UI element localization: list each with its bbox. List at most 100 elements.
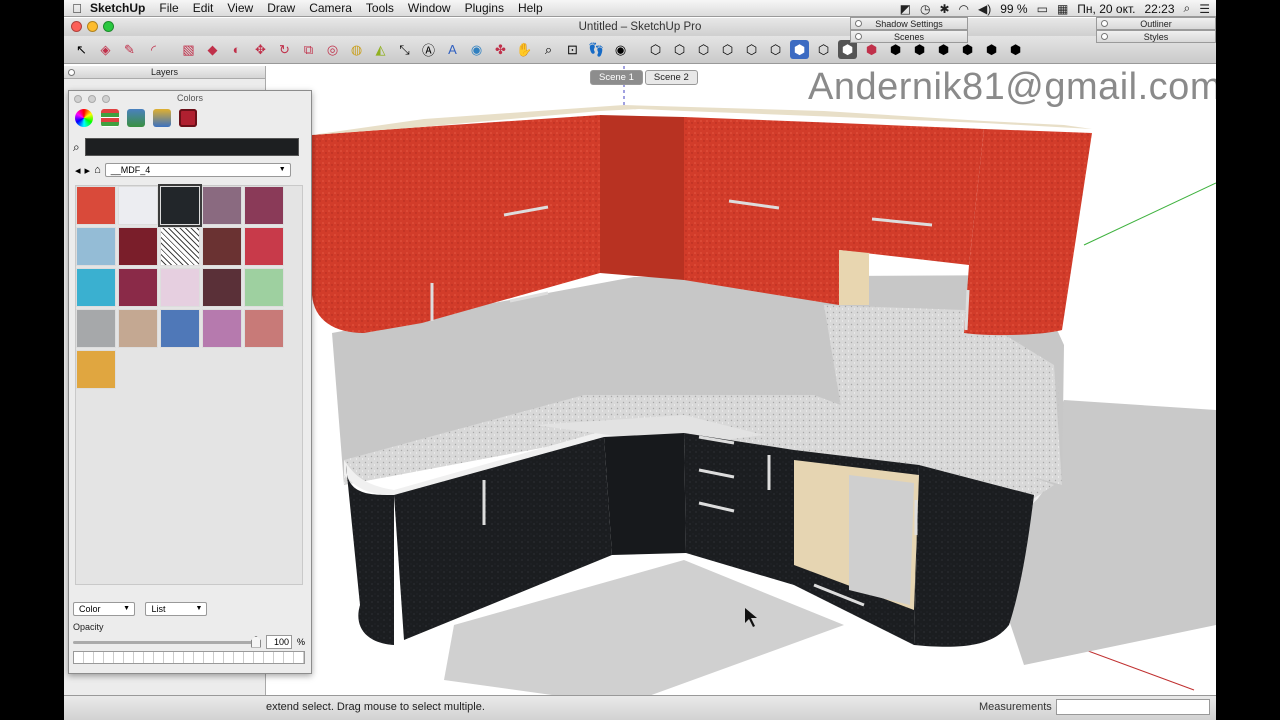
tray-toggle-icon[interactable] [1101,20,1108,27]
material-swatch[interactable] [118,309,158,348]
colors-panel-header[interactable]: Colors [69,91,311,106]
material-swatch[interactable] [76,186,116,225]
material-swatch[interactable] [202,227,242,266]
tab-scene-2[interactable]: Scene 2 [644,70,698,85]
battery-icon[interactable]: ▭ [1037,2,1048,16]
zoom-panel-button[interactable] [102,95,110,103]
close-panel-button[interactable] [74,95,82,103]
apple-icon[interactable]:  [64,1,90,16]
move-tool-icon[interactable]: ✥ [251,40,270,59]
material-swatch[interactable] [118,227,158,266]
menu-date[interactable]: Пн, 20 окт. [1077,2,1135,16]
material-swatch[interactable] [160,268,200,307]
color-wheel-icon[interactable] [75,109,93,127]
layers-panel-header[interactable]: Layers [64,66,265,79]
scale-tool-icon[interactable]: ⧉ [299,40,318,59]
back-view-icon[interactable]: ⬡ [742,40,761,59]
material-swatch[interactable] [160,309,200,348]
menu-time[interactable]: 22:23 [1144,2,1174,16]
back-arrow-icon[interactable]: ◂ [75,164,81,177]
follow-me-tool-icon[interactable]: ◐ [227,40,246,59]
protractor-tool-icon[interactable]: ◭ [371,40,390,59]
material-swatch[interactable] [76,309,116,348]
tray-toggle-icon[interactable] [68,69,75,76]
opacity-slider[interactable] [73,635,261,648]
scenes-tray[interactable]: Scenes [850,30,968,43]
menu-edit[interactable]: Edit [193,1,214,15]
menu-tools[interactable]: Tools [366,1,394,15]
material-swatch[interactable] [202,309,242,348]
material-swatch[interactable] [244,268,284,307]
forward-arrow-icon[interactable]: ▸ [85,164,91,177]
material-swatch[interactable] [244,227,284,266]
select-tool-icon[interactable]: ↖ [72,40,91,59]
outliner-tray[interactable]: Outliner [1096,17,1216,30]
material-swatch[interactable] [158,184,202,227]
rectangle-tool-icon[interactable]: ▧ [179,40,198,59]
group-icon[interactable]: ⬢ [1006,40,1025,59]
menu-window[interactable]: Window [408,1,451,15]
wifi-icon[interactable]: ◠ [959,2,969,16]
paint-bucket-tool-icon[interactable]: ◉ [467,40,486,59]
time-machine-icon[interactable]: ◷ [920,2,930,16]
battery-percent[interactable]: 99 % [1000,2,1027,16]
opacity-slider-thumb[interactable] [251,635,261,648]
dropbox-icon[interactable]: ◩ [900,2,911,16]
look-around-tool-icon[interactable]: ◉ [611,40,630,59]
close-window-button[interactable] [71,21,82,32]
tray-toggle-icon[interactable] [855,20,862,27]
tape-measure-tool-icon[interactable]: ◍ [347,40,366,59]
material-collection-select[interactable]: __MDF_4 ▼ [104,163,291,177]
zoom-extents-tool-icon[interactable]: ⊡ [563,40,582,59]
volume-icon[interactable]: ◀) [978,2,991,16]
wireframe-style-icon[interactable]: ⬡ [814,40,833,59]
minimize-window-button[interactable] [87,21,98,32]
zoom-window-button[interactable] [103,21,114,32]
left-view-icon[interactable]: ⬡ [766,40,785,59]
menu-app-name[interactable]: SketchUp [90,1,145,15]
material-swatch[interactable] [118,268,158,307]
front-view-icon[interactable]: ⬡ [694,40,713,59]
material-swatch[interactable] [202,186,242,225]
color-preview-bar[interactable] [73,651,305,664]
material-preview-field[interactable] [84,138,299,156]
material-swatch[interactable] [118,186,158,225]
materials-icon[interactable] [179,109,197,127]
orbit-tool-icon[interactable]: ✤ [491,40,510,59]
shadow-settings-tray[interactable]: Shadow Settings [850,17,968,30]
material-swatch[interactable] [76,227,116,266]
right-view-icon[interactable]: ⬡ [718,40,737,59]
line-tool-icon[interactable]: ✎ [120,40,139,59]
menu-draw[interactable]: Draw [267,1,295,15]
notification-icon[interactable]: ☰ [1199,2,1210,16]
tab-scene-1[interactable]: Scene 1 [590,70,643,85]
flag-icon[interactable]: ▦ [1057,2,1068,16]
opacity-input[interactable]: 100 [266,635,292,649]
xray-style-icon[interactable]: ⬢ [790,40,809,59]
menu-help[interactable]: Help [518,1,543,15]
walk-tool-icon[interactable]: 👣 [587,40,606,59]
bluetooth-icon[interactable]: ✱ [939,2,949,16]
zoom-tool-icon[interactable]: ⌕ [539,40,558,59]
pan-tool-icon[interactable]: ✋ [515,40,534,59]
material-swatch[interactable] [76,350,116,389]
minimize-panel-button[interactable] [88,95,96,103]
color-sliders-icon[interactable] [101,109,119,127]
measurements-input[interactable] [1056,699,1210,715]
menu-camera[interactable]: Camera [309,1,352,15]
dimension-tool-icon[interactable]: ⤡ [395,40,414,59]
home-icon[interactable]: ⌂ [94,164,101,176]
material-swatch[interactable] [244,186,284,225]
menu-file[interactable]: File [159,1,178,15]
component-icon[interactable]: ⬢ [982,40,1001,59]
menu-view[interactable]: View [227,1,253,15]
menu-plugins[interactable]: Plugins [465,1,504,15]
view-mode-dropdown[interactable]: List ▼ [145,602,208,616]
material-swatch[interactable] [202,268,242,307]
color-mode-dropdown[interactable]: Color ▼ [73,602,135,616]
crayons-icon[interactable] [153,109,171,127]
push-pull-tool-icon[interactable]: ◆ [203,40,222,59]
material-swatch[interactable] [160,227,200,266]
tray-toggle-icon[interactable] [1101,33,1108,40]
image-palette-icon[interactable] [127,109,145,127]
